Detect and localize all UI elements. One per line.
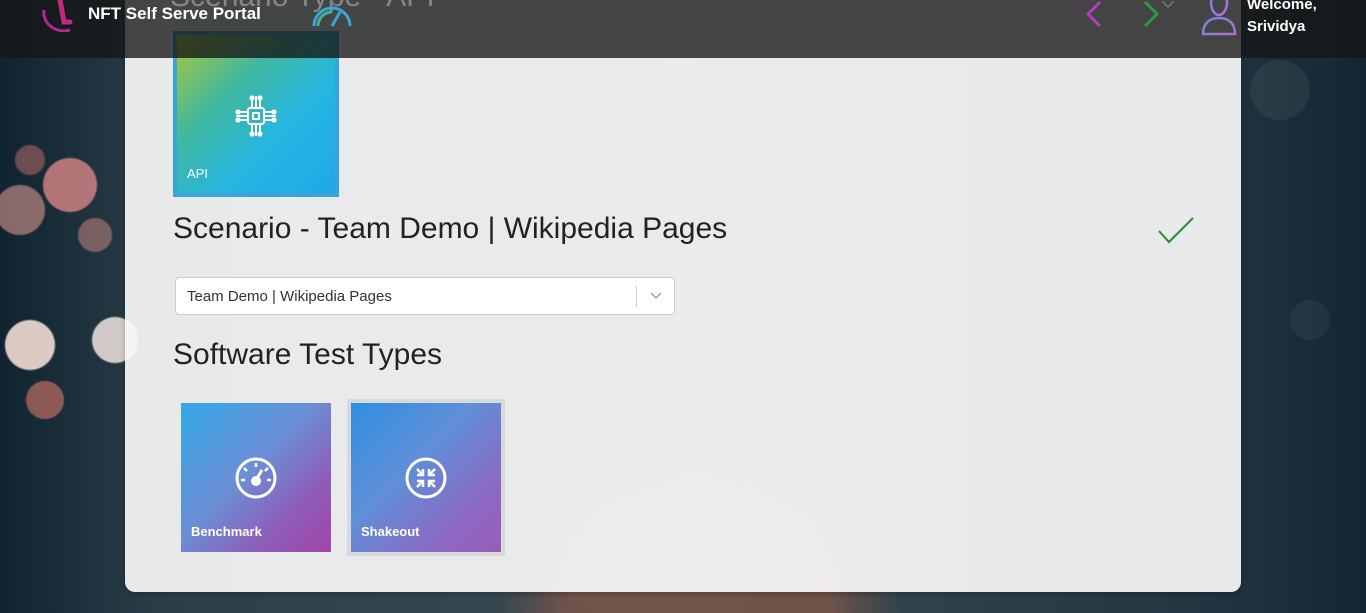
user-profile-icon[interactable]	[1200, 0, 1238, 36]
circuit-chip-icon	[235, 95, 277, 137]
checkmark-icon	[1158, 217, 1194, 244]
portal-logo-icon[interactable]	[40, 0, 80, 34]
welcome-line: Welcome,	[1247, 0, 1317, 13]
background-bokeh	[1250, 60, 1310, 120]
main-card: API Scenario - Team Demo | Wikipedia Pag…	[125, 0, 1241, 592]
chevron-down-icon[interactable]	[648, 289, 664, 303]
shakeout-arrows-icon	[405, 457, 447, 499]
benchmark-label: Benchmark	[191, 524, 262, 539]
welcome-message: Welcome, Srividya	[1247, 0, 1317, 38]
api-tile-label: API	[187, 166, 208, 181]
scenario-select[interactable]: Team Demo | Wikipedia Pages	[175, 277, 675, 315]
shakeout-tile-border: Shakeout	[347, 399, 505, 556]
chevron-down-icon[interactable]	[1160, 0, 1176, 10]
select-separator	[636, 286, 637, 307]
test-types-heading: Software Test Types	[173, 338, 443, 371]
scenario-select-value: Team Demo | Wikipedia Pages	[187, 288, 392, 305]
background-bokeh	[1290, 300, 1330, 340]
speedometer-icon	[235, 457, 277, 499]
shakeout-label: Shakeout	[361, 524, 420, 539]
brand-title[interactable]: NFT Self Serve Portal	[88, 4, 261, 24]
speedometer-icon	[312, 6, 352, 27]
shakeout-tile[interactable]: Shakeout	[351, 403, 501, 552]
top-header-bar: Scenario Type - API NFT Self Serve Porta…	[0, 0, 1366, 58]
benchmark-tile[interactable]: Benchmark	[181, 403, 331, 552]
scenario-title: Scenario - Team Demo | Wikipedia Pages	[173, 212, 728, 245]
previous-arrow-icon[interactable]	[1082, 0, 1106, 30]
api-type-tile[interactable]: API	[177, 35, 335, 193]
user-name: Srividya	[1247, 18, 1306, 35]
